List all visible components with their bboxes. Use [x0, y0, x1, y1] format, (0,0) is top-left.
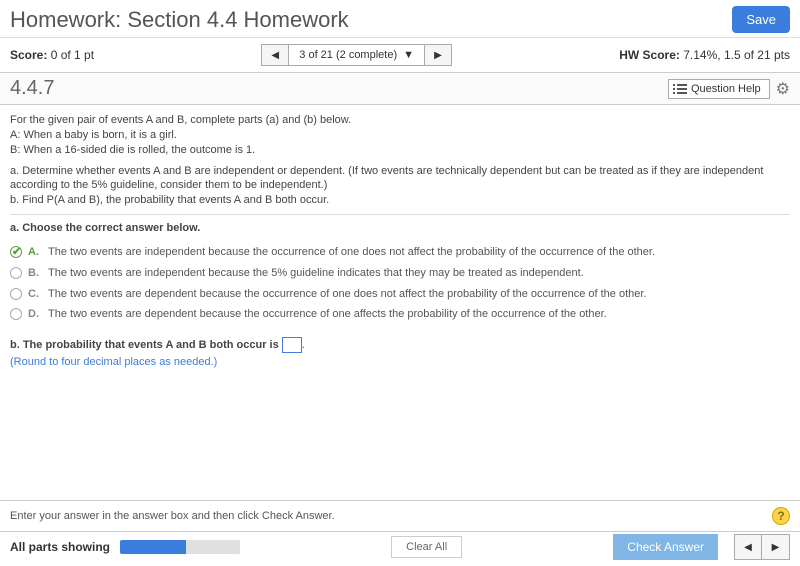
choice-a[interactable]: ✔ A. The two events are independent beca…	[10, 242, 790, 263]
part-a-prompt: a. Choose the correct answer below.	[10, 221, 790, 236]
rounding-hint: (Round to four decimal places as needed.…	[10, 355, 790, 370]
probability-input[interactable]	[282, 337, 302, 353]
progress-bar	[120, 540, 240, 554]
score-display: Score: 0 of 1 pt	[10, 48, 94, 62]
question-help-label: Question Help	[691, 83, 761, 95]
question-position-dropdown[interactable]: 3 of 21 (2 complete) ▼	[289, 44, 424, 66]
divider	[10, 214, 790, 215]
nav-info-text: 3 of 21 (2 complete)	[299, 49, 397, 61]
part-b-text: b. The probability that events A and B b…	[10, 339, 282, 351]
hw-score-label: HW Score:	[619, 48, 680, 62]
answer-choices: ✔ A. The two events are independent beca…	[10, 242, 790, 325]
footer-next-button[interactable]: ▶	[762, 534, 790, 560]
problem-statement: For the given pair of events A and B, co…	[10, 113, 790, 158]
next-question-button[interactable]: ▶	[424, 44, 452, 66]
check-answer-button[interactable]: Check Answer	[613, 534, 718, 560]
choice-c-text: The two events are dependent because the…	[48, 287, 790, 302]
choice-b-label: B.	[28, 266, 42, 281]
radio-c[interactable]	[10, 288, 22, 300]
radio-d[interactable]	[10, 308, 22, 320]
radio-b[interactable]	[10, 267, 22, 279]
footer-instruction: Enter your answer in the answer box and …	[10, 510, 335, 522]
score-label: Score:	[10, 48, 47, 62]
save-button[interactable]: Save	[732, 6, 790, 33]
choice-b[interactable]: B. The two events are independent becaus…	[10, 263, 790, 284]
page-title: Homework: Section 4.4 Homework	[10, 7, 349, 33]
parts-status: All parts showing	[10, 540, 110, 554]
question-number: 4.4.7	[10, 77, 54, 100]
part-b: b. The probability that events A and B b…	[10, 337, 790, 370]
part-b-question: b. Find P(A and B), the probability that…	[10, 193, 790, 208]
clear-all-button[interactable]: Clear All	[391, 536, 462, 558]
help-icon[interactable]: ?	[772, 507, 790, 525]
part-a-question: a. Determine whether events A and B are …	[10, 164, 790, 194]
question-help-button[interactable]: Question Help	[668, 79, 770, 99]
choice-d-text: The two events are dependent because the…	[48, 307, 790, 322]
choice-c-label: C.	[28, 287, 42, 302]
hw-score-value: 7.14%, 1.5 of 21 pts	[683, 48, 790, 62]
prev-question-button[interactable]: ◀	[261, 44, 289, 66]
choice-b-text: The two events are independent because t…	[48, 266, 790, 281]
problem-intro: For the given pair of events A and B, co…	[10, 113, 790, 128]
choice-d-label: D.	[28, 307, 42, 322]
event-b: B: When a 16-sided die is rolled, the ou…	[10, 143, 790, 158]
list-icon	[677, 84, 687, 94]
radio-a[interactable]: ✔	[10, 246, 22, 258]
gear-icon[interactable]: ⚙	[776, 79, 790, 99]
choice-a-label: A.	[28, 245, 42, 260]
question-nav: ◀ 3 of 21 (2 complete) ▼ ▶	[261, 44, 452, 66]
choice-c[interactable]: C. The two events are dependent because …	[10, 284, 790, 305]
footer-prev-button[interactable]: ◀	[734, 534, 762, 560]
chevron-down-icon: ▼	[403, 49, 414, 61]
event-a: A: When a baby is born, it is a girl.	[10, 128, 790, 143]
score-value: 0 of 1 pt	[51, 48, 94, 62]
hw-score-display: HW Score: 7.14%, 1.5 of 21 pts	[619, 48, 790, 62]
choice-a-text: The two events are independent because t…	[48, 245, 790, 260]
problem-questions: a. Determine whether events A and B are …	[10, 164, 790, 209]
choice-d[interactable]: D. The two events are dependent because …	[10, 304, 790, 325]
part-b-period: .	[302, 339, 305, 351]
